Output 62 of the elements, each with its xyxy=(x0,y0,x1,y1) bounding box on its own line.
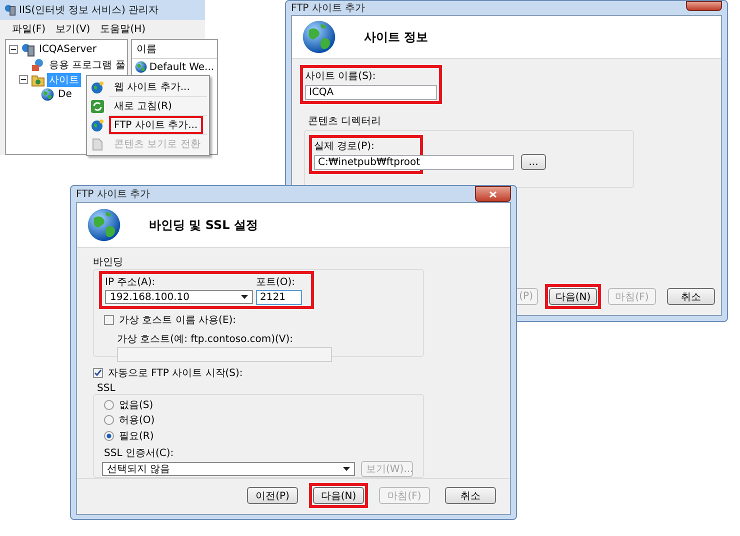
dropdown-arrow-icon xyxy=(343,466,350,470)
radio-label: 없음(S) xyxy=(119,398,154,412)
globe-icon xyxy=(302,20,336,54)
refresh-icon xyxy=(91,100,104,112)
group-label: 콘텐츠 디렉터리 xyxy=(308,115,382,128)
checkbox-label: 자동으로 FTP 사이트 시작(S): xyxy=(108,367,243,380)
document-icon xyxy=(91,138,104,150)
site-name-field[interactable]: ICQA xyxy=(305,85,437,100)
tree-item[interactable]: 응용 프로그램 풀 xyxy=(47,58,128,72)
globe-icon xyxy=(41,88,54,101)
radio-label: 허용(O) xyxy=(119,414,155,428)
tree-item[interactable]: ICQAServer xyxy=(37,44,98,55)
menu-bar-item[interactable]: 보기(V) xyxy=(56,22,90,36)
collapse-toggle[interactable] xyxy=(9,45,19,54)
collapse-toggle[interactable] xyxy=(19,75,29,84)
checkbox[interactable] xyxy=(104,315,114,325)
tree-item[interactable]: De xyxy=(56,89,74,100)
close-icon xyxy=(489,190,497,198)
menu-item[interactable]: FTP 사이트 추가... xyxy=(114,120,198,131)
close-button[interactable] xyxy=(475,186,511,202)
port-field[interactable]: 2121 xyxy=(256,290,302,305)
page-heading: 사이트 정보 xyxy=(364,28,428,46)
field-label: IP 주소(A): xyxy=(105,276,156,289)
path-field[interactable]: C:₩inetpub₩ftproot xyxy=(314,155,514,170)
wizard-button[interactable]: 다음(N) xyxy=(549,288,597,305)
page-heading: 바인딩 및 SSL 설정 xyxy=(149,216,258,234)
menu-item[interactable]: 웹 사이트 추가... xyxy=(114,82,190,93)
menu-bar-item[interactable]: 도움말(H) xyxy=(100,22,146,36)
list-item[interactable]: Default We... xyxy=(149,62,214,72)
window-title: IIS(인터넷 정보 서비스) 관리자 xyxy=(19,4,159,17)
field-label: SSL 인증서(C): xyxy=(104,446,175,460)
checkbox[interactable] xyxy=(93,368,103,378)
dropdown-arrow-icon xyxy=(241,295,248,299)
radio-button[interactable] xyxy=(104,415,114,426)
wizard-button[interactable]: 이전(P) xyxy=(247,487,298,504)
group-label: 바인딩 xyxy=(93,256,124,269)
checkbox-label: 가상 호스트 이름 사용(E): xyxy=(119,314,236,327)
ip-address-dropdown[interactable]: 192.168.100.10 xyxy=(105,290,253,304)
menu-bar-item[interactable]: 파일(F) xyxy=(12,22,46,36)
server-icon xyxy=(4,4,16,16)
column-header[interactable]: 이름 xyxy=(132,40,218,59)
menu-item[interactable]: 새로 고침(R) xyxy=(114,101,172,112)
folder-icon xyxy=(31,72,45,86)
field-label: 실제 경로(P): xyxy=(314,140,376,153)
field-label: 포트(O): xyxy=(256,276,296,289)
field-label: 사이트 이름(S): xyxy=(305,70,377,83)
radio-label: 필요(R) xyxy=(119,430,154,443)
radio-button[interactable] xyxy=(104,400,114,410)
group-label: SSL xyxy=(97,383,116,394)
wizard-button[interactable]: 다음(N) xyxy=(313,487,364,504)
close-button[interactable] xyxy=(686,1,722,11)
window-title: FTP 사이트 추가 xyxy=(76,188,150,201)
field-label: 가상 호스트(예: ftp.contoso.com)(V): xyxy=(117,333,294,346)
server-icon xyxy=(21,42,35,56)
globe-icon xyxy=(135,61,148,73)
certificate-dropdown[interactable]: 선택되지 않음 xyxy=(102,462,355,476)
window-title: FTP 사이트 추가 xyxy=(291,2,366,15)
browse-button[interactable]: ... xyxy=(521,154,546,170)
globe-icon xyxy=(87,208,121,242)
wizard-button[interactable]: 취소 xyxy=(445,487,496,504)
wizard-button[interactable]: 취소 xyxy=(667,288,715,305)
radio-button[interactable] xyxy=(104,430,114,441)
